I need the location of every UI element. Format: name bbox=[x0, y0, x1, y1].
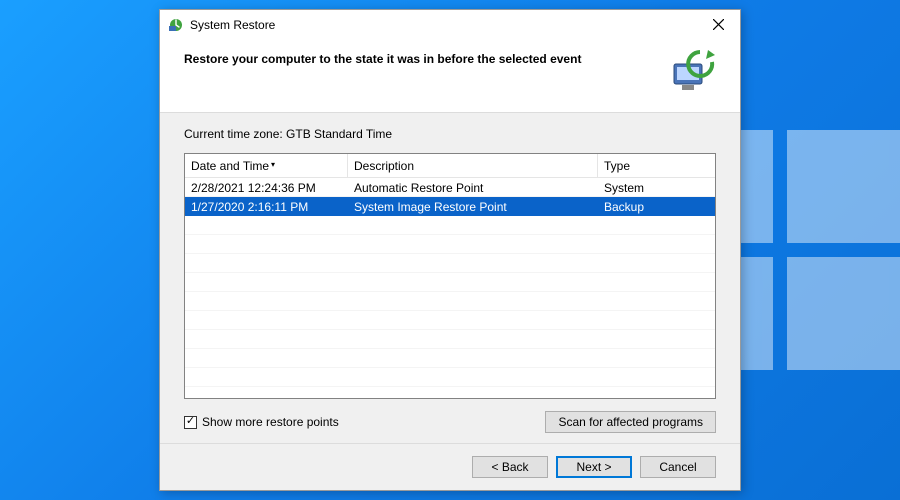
cell-type: Backup bbox=[598, 199, 715, 215]
system-restore-dialog: System Restore Restore your computer to … bbox=[159, 9, 741, 491]
back-button[interactable]: < Back bbox=[472, 456, 548, 478]
dialog-footer: < Back Next > Cancel bbox=[160, 443, 740, 490]
close-button[interactable] bbox=[698, 11, 738, 39]
show-more-checkbox[interactable]: Show more restore points bbox=[184, 415, 339, 429]
restore-icon bbox=[168, 17, 184, 33]
sort-indicator-icon: ▾ bbox=[271, 160, 275, 169]
cancel-button[interactable]: Cancel bbox=[640, 456, 716, 478]
titlebar[interactable]: System Restore bbox=[160, 10, 740, 40]
window-title: System Restore bbox=[190, 18, 698, 32]
cell-type: System bbox=[598, 180, 715, 196]
dialog-header: Restore your computer to the state it wa… bbox=[160, 40, 740, 113]
dialog-heading: Restore your computer to the state it wa… bbox=[184, 50, 668, 66]
restore-large-icon bbox=[668, 50, 716, 94]
column-header-type[interactable]: Type bbox=[598, 154, 715, 177]
column-header-date[interactable]: Date and Time▾ bbox=[185, 154, 348, 177]
checkbox-icon bbox=[184, 416, 197, 429]
checkbox-label: Show more restore points bbox=[202, 415, 339, 429]
cell-date: 2/28/2021 12:24:36 PM bbox=[185, 180, 348, 196]
scan-affected-programs-button[interactable]: Scan for affected programs bbox=[545, 411, 716, 433]
next-button[interactable]: Next > bbox=[556, 456, 632, 478]
cell-date: 1/27/2020 2:16:11 PM bbox=[185, 199, 348, 215]
table-row[interactable]: 1/27/2020 2:16:11 PMSystem Image Restore… bbox=[185, 197, 715, 216]
restore-points-table: Date and Time▾ Description Type 2/28/202… bbox=[184, 153, 716, 399]
table-row[interactable]: 2/28/2021 12:24:36 PMAutomatic Restore P… bbox=[185, 178, 715, 197]
cell-description: Automatic Restore Point bbox=[348, 180, 598, 196]
cell-description: System Image Restore Point bbox=[348, 199, 598, 215]
timezone-label: Current time zone: GTB Standard Time bbox=[184, 127, 716, 141]
column-header-description[interactable]: Description bbox=[348, 154, 598, 177]
